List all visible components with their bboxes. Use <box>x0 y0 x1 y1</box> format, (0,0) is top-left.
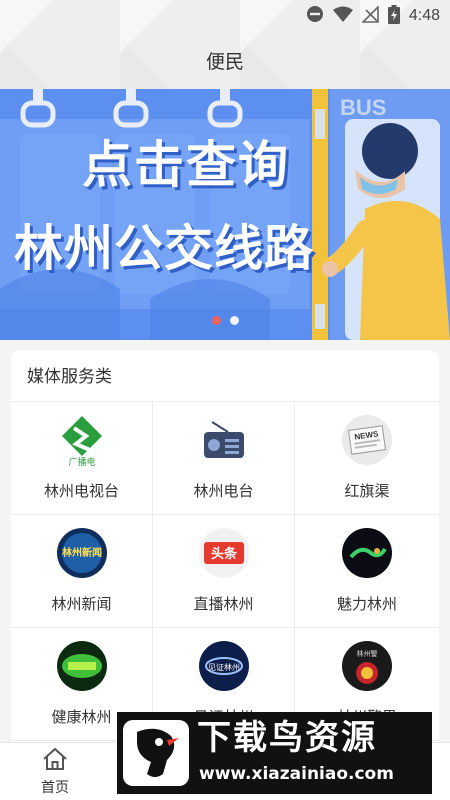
battery-charging-icon <box>387 4 400 28</box>
banner-headline-1: 点击查询 <box>82 136 290 194</box>
app-header: 便民 <box>0 44 450 80</box>
banner-illustration <box>0 89 450 340</box>
no-signal-icon <box>360 4 379 27</box>
service-live-linzhou[interactable]: 头条 直播林州 <box>153 515 295 628</box>
nav-home[interactable]: 首页 <box>30 747 80 797</box>
radio-icon <box>198 414 250 466</box>
service-tv-station[interactable]: 广播电 林州电视台 <box>11 402 153 515</box>
tv-station-logo-icon: 广播电 <box>56 414 108 466</box>
news-logo-text: 林州新闻 <box>62 546 102 559</box>
police-badge-logo-icon: 林州警 <box>341 640 393 692</box>
service-label: 林州电视台 <box>43 482 119 500</box>
banner-pagination <box>0 316 450 328</box>
witness-linzhou-logo-icon: 见证林州 <box>198 640 250 692</box>
service-label: 直播林州 <box>193 595 254 613</box>
charm-linzhou-logo-icon <box>341 527 393 579</box>
service-label: 魅力林州 <box>336 595 397 613</box>
page-title: 便民 <box>205 51 244 73</box>
do-not-disturb-icon <box>306 5 324 27</box>
toutiao-logo-icon: 头条 <box>198 527 250 579</box>
status-icons: 4:48 <box>306 4 440 28</box>
witness-logo-text: 见证林州 <box>208 662 240 672</box>
home-icon <box>42 747 68 775</box>
wifi-icon <box>332 6 353 27</box>
service-hongqiqu[interactable]: NEWS 红旗渠 <box>295 402 439 515</box>
media-services-grid: 广播电 林州电视台 林州电台 NEWS 红旗渠 林州新闻 林州新闻 头条 直播林… <box>11 402 439 741</box>
health-linzhou-logo-icon <box>56 640 108 692</box>
service-radio[interactable]: 林州电台 <box>153 402 295 515</box>
nav-home-label: 首页 <box>41 780 69 796</box>
bus-route-banner[interactable]: BUS 点击查询 林州公交线路 <box>0 89 450 340</box>
media-services-card: 媒体服务类 广播电 林州电视台 林州电台 NEWS 红旗渠 林州新闻 林州新闻 … <box>11 350 439 750</box>
screen: 4:48 便民 BUS 点击查询 林州公交线路 媒体服务类 广播电 林州电视台 … <box>0 0 450 800</box>
service-label: 林州新闻 <box>51 595 112 613</box>
service-linzhou-news[interactable]: 林州新闻 林州新闻 <box>11 515 153 628</box>
watermark-overlay: 下载鸟资源 www.xiazainiao.com <box>117 712 432 794</box>
section-title: 媒体服务类 <box>11 350 439 402</box>
banner-bus-text: BUS <box>340 95 387 120</box>
newspaper-icon: NEWS <box>341 414 393 466</box>
toutiao-logo-text: 头条 <box>210 546 237 562</box>
clock: 4:48 <box>408 7 440 24</box>
service-label: 林州电台 <box>193 482 254 500</box>
watermark-title: 下载鸟资源 <box>197 718 377 758</box>
service-label: 健康林州 <box>51 708 112 726</box>
status-bar: 4:48 <box>0 0 450 32</box>
watermark-bird-logo-icon <box>123 720 189 786</box>
linzhou-news-logo-icon: 林州新闻 <box>56 527 108 579</box>
police-logo-text: 林州警 <box>357 649 378 658</box>
watermark-url: www.xiazainiao.com <box>199 764 394 784</box>
pagination-dot-2[interactable] <box>229 316 239 325</box>
service-charm-linzhou[interactable]: 魅力林州 <box>295 515 439 628</box>
banner-headline-2: 林州公交线路 <box>14 220 315 277</box>
pagination-dot-1[interactable] <box>211 316 221 325</box>
tv-logo-text: 广播电 <box>68 456 95 466</box>
service-label: 红旗渠 <box>344 482 390 500</box>
